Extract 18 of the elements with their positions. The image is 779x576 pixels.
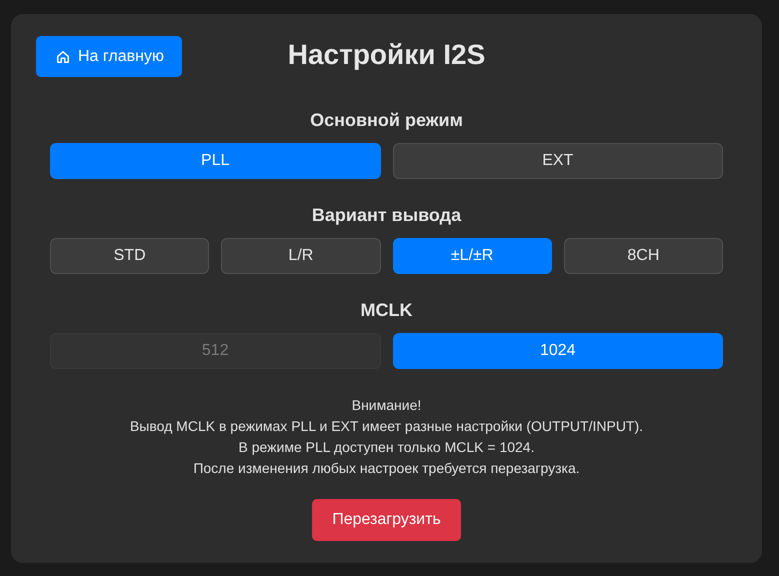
option-button[interactable]: PLL [50,143,380,179]
option-button[interactable]: STD [50,238,210,274]
page-title: Настройки I2S [288,38,486,70]
option-button[interactable]: L/R [221,238,380,274]
option-button[interactable]: EXT [392,143,723,179]
home-button[interactable]: На главную [36,36,182,77]
notice-text: Вывод MCLK в режимах PLL и EXT имеет разные настройки (OUTPUT/INPUT). [128,417,644,436]
notice-text: В режиме PLL доступен только MCLK = 1024. [238,438,536,457]
reboot-button[interactable]: Перезагрузить [312,499,461,541]
option-button[interactable]: 8CH [564,238,723,274]
section-title: Основной режим [309,109,464,132]
home-icon [56,50,70,64]
option-button[interactable]: 1024 [392,333,723,369]
section-title: MCLK [360,299,414,322]
option-button[interactable]: ±L/±R [392,238,552,274]
section-title: Вариант вывода [310,204,462,227]
notice-text: После изменения любых настроек требуется перезагрузка. [192,459,581,478]
notice-text: Внимание! [350,396,422,415]
